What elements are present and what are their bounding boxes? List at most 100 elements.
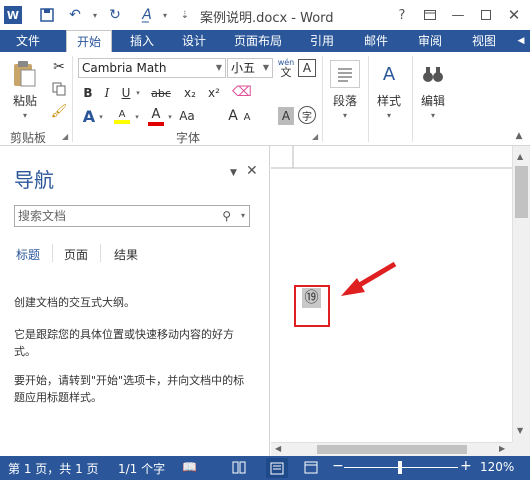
paragraph-button[interactable]: 段落: [328, 92, 362, 108]
zoom-slider-thumb[interactable]: [398, 461, 402, 474]
print-layout-icon[interactable]: [266, 458, 288, 478]
editing-dropdown-icon[interactable]: ▾: [428, 110, 438, 120]
bold-button[interactable]: B: [80, 84, 96, 102]
vertical-scrollbar[interactable]: ▲ ▼: [512, 146, 530, 442]
format-dropdown-icon[interactable]: ▾: [156, 6, 174, 24]
format-painter-icon[interactable]: 🖌: [50, 102, 68, 120]
undo-dropdown-icon[interactable]: ▾: [86, 6, 104, 24]
scroll-left-icon[interactable]: ◀: [275, 444, 281, 453]
search-dropdown-icon[interactable]: ▾: [241, 206, 245, 226]
scroll-right-icon[interactable]: ▶: [499, 444, 505, 453]
help-icon[interactable]: ?: [392, 5, 412, 25]
chevron-down-icon: ▼: [215, 63, 222, 72]
search-icon[interactable]: ⚲: [222, 206, 231, 226]
tab-home[interactable]: 开始: [66, 30, 112, 53]
underline-button[interactable]: U: [118, 84, 134, 102]
italic-button[interactable]: I: [99, 84, 115, 102]
binoculars-icon[interactable]: [418, 60, 448, 88]
font-color-button[interactable]: A: [146, 106, 166, 126]
superscript-button[interactable]: x²: [204, 84, 224, 102]
nav-tab-headings[interactable]: 标题: [16, 246, 40, 263]
text-effects-button[interactable]: A: [80, 106, 98, 126]
font-size-combo[interactable]: 小五 ▼: [227, 58, 273, 78]
shrink-font-button[interactable]: A: [240, 108, 254, 126]
word-logo-icon: W: [4, 6, 22, 24]
change-case-button[interactable]: Aa: [176, 106, 198, 126]
paste-dropdown-icon[interactable]: ▾: [20, 110, 30, 120]
underline-dropdown-icon[interactable]: ▾: [133, 84, 143, 102]
tab-insert[interactable]: 插入: [122, 30, 162, 52]
char-border-button[interactable]: A: [298, 59, 316, 77]
cut-icon[interactable]: ✂: [50, 58, 68, 76]
nav-options-icon[interactable]: ▼: [230, 168, 237, 178]
web-layout-icon[interactable]: [304, 461, 318, 474]
paragraph-dropdown-icon[interactable]: ▾: [340, 110, 350, 120]
document-area[interactable]: ⑲: [271, 146, 512, 442]
clear-format-icon[interactable]: ⌫: [232, 82, 252, 102]
nav-tab-pages[interactable]: 页面: [64, 246, 88, 263]
format-icon[interactable]: A̲: [138, 6, 156, 24]
proofing-icon[interactable]: 📖: [182, 460, 197, 474]
zoom-out-button[interactable]: −: [332, 458, 344, 474]
styles-dropdown-icon[interactable]: ▾: [384, 110, 394, 120]
minimize-icon[interactable]: —: [448, 5, 468, 25]
paste-icon[interactable]: [10, 60, 38, 88]
text-effects-dropdown-icon[interactable]: ▾: [97, 108, 105, 126]
copy-icon[interactable]: [50, 80, 68, 98]
phonetic-char: 文: [280, 66, 292, 79]
page-count[interactable]: 第 1 页，共 1 页: [8, 460, 99, 477]
highlight-button[interactable]: A: [112, 106, 132, 126]
editing-button[interactable]: 编辑: [416, 92, 450, 108]
font-launcher-icon[interactable]: ◢: [312, 132, 318, 141]
scroll-down-icon[interactable]: ▼: [517, 426, 523, 435]
clipboard-launcher-icon[interactable]: ◢: [62, 132, 68, 141]
tab-design[interactable]: 设计: [174, 30, 214, 52]
scroll-up-icon[interactable]: ▲: [517, 152, 523, 161]
phonetic-guide-button[interactable]: wén 文: [276, 56, 296, 80]
undo-icon[interactable]: ↶: [66, 6, 84, 24]
redo-icon[interactable]: ↻: [106, 6, 124, 24]
save-icon[interactable]: [38, 6, 56, 24]
collapse-ribbon-icon[interactable]: ▲: [512, 130, 526, 142]
read-mode-icon[interactable]: [232, 461, 246, 474]
tab-view[interactable]: 视图: [464, 30, 504, 52]
tab-file[interactable]: 文件: [0, 30, 56, 52]
ribbon: 粘贴 ▾ ✂ 🖌 剪贴板 ◢ Cambria Math ▼ 小五 ▼ wén 文 A …: [0, 52, 530, 146]
enclose-char-button[interactable]: 字: [298, 106, 316, 124]
status-bar: 第 1 页，共 1 页 1/1 个字 📖 − + 120%: [0, 456, 530, 480]
tab-review[interactable]: 审阅: [410, 30, 450, 52]
horizontal-scroll-thumb[interactable]: [317, 445, 467, 454]
font-name-value: Cambria Math: [82, 61, 167, 75]
highlight-letter: A: [118, 108, 126, 120]
vertical-scroll-thumb[interactable]: [515, 166, 528, 218]
tab-references[interactable]: 引用: [302, 30, 342, 52]
styles-icon[interactable]: A: [374, 60, 404, 88]
char-shading-button[interactable]: A: [278, 107, 294, 125]
font-name-combo[interactable]: Cambria Math ▼: [78, 58, 226, 78]
maximize-icon[interactable]: [476, 5, 496, 25]
grow-font-button[interactable]: A: [226, 106, 240, 126]
tab-layout[interactable]: 页面布局: [226, 30, 290, 52]
subscript-button[interactable]: x₂: [180, 84, 200, 102]
styles-button[interactable]: 样式: [372, 92, 406, 108]
window-title: 案例说明.docx - Word: [200, 11, 334, 26]
paragraph-icon[interactable]: [330, 60, 360, 88]
word-count[interactable]: 1/1 个字: [118, 460, 165, 477]
tab-mailings[interactable]: 邮件: [356, 30, 396, 52]
customize-qat-icon[interactable]: ⇣: [176, 6, 194, 24]
strikethrough-button[interactable]: abc: [146, 84, 176, 102]
nav-tab-results[interactable]: 结果: [114, 246, 138, 263]
nav-close-icon[interactable]: ✕: [246, 163, 258, 179]
ribbon-scroll-icon[interactable]: ◀: [512, 30, 530, 52]
search-input[interactable]: 搜索文档 ⚲ ▾: [14, 205, 250, 227]
paste-button[interactable]: 粘贴: [10, 92, 40, 108]
close-icon[interactable]: ✕: [504, 5, 524, 25]
zoom-level[interactable]: 120%: [480, 460, 514, 474]
group-divider: [412, 56, 413, 142]
highlight-dropdown-icon[interactable]: ▾: [133, 108, 141, 126]
font-color-dropdown-icon[interactable]: ▾: [166, 108, 174, 126]
enclosed-number[interactable]: ⑲: [302, 288, 321, 308]
horizontal-scrollbar[interactable]: ◀ ▶: [271, 442, 512, 456]
ribbon-display-icon[interactable]: [420, 5, 440, 25]
zoom-in-button[interactable]: +: [460, 458, 472, 474]
